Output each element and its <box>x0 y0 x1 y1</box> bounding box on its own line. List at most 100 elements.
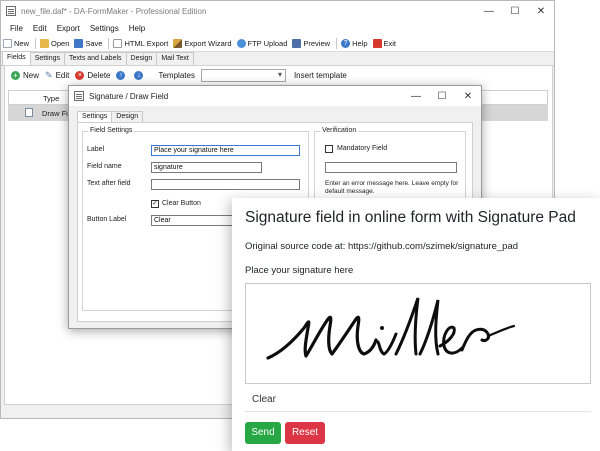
help-icon: ? <box>341 38 351 48</box>
tab-settings[interactable]: Settings <box>29 52 65 65</box>
toolbar-exit-button[interactable]: Exit <box>372 38 397 48</box>
move-up-button[interactable]: ↑ <box>116 71 128 80</box>
text-after-input[interactable] <box>151 179 300 190</box>
clear-button-checkbox[interactable]: ✓ <box>151 200 159 208</box>
dialog-tabs: Settings Design <box>77 111 144 122</box>
send-button[interactable]: Send <box>245 422 281 444</box>
button-label-caption: Button Label <box>87 216 127 223</box>
tab-texts-and-labels[interactable]: Texts and Labels <box>63 52 127 65</box>
fields-toolbar: + New ✎ Edit × Delete ↑ ↓ Templates Inse… <box>5 66 552 85</box>
mandatory-caption: Mandatory Field <box>337 145 388 152</box>
close-button[interactable]: ✕ <box>528 1 554 21</box>
dialog-tab-design[interactable]: Design <box>111 111 144 122</box>
menu-file[interactable]: File <box>10 24 23 33</box>
toolbar-preview-button[interactable]: Preview <box>292 38 331 48</box>
label-input[interactable]: Place your signature here <box>151 145 300 156</box>
ftp-upload-icon <box>236 38 246 48</box>
field-name-input[interactable]: signature <box>151 162 262 173</box>
toolbar-ftp-upload-button[interactable]: FTP Upload <box>236 38 288 48</box>
grid-column-type[interactable]: Type <box>43 94 59 103</box>
move-down-button[interactable]: ↓ <box>134 71 146 80</box>
wizard-icon <box>173 38 183 48</box>
dialog-title: Signature / Draw Field <box>89 91 169 101</box>
toolbar-help-label: Help <box>352 38 368 48</box>
toolbar-separator <box>336 37 338 49</box>
tab-design[interactable]: Design <box>125 52 158 65</box>
templates-select[interactable] <box>200 69 286 82</box>
edit-field-button[interactable]: ✎ Edit <box>45 70 69 81</box>
error-message-hint: Enter an error message here. Leave empty… <box>325 180 459 195</box>
toolbar-new-button[interactable]: New <box>3 38 30 48</box>
dialog-tab-settings[interactable]: Settings <box>77 111 113 122</box>
dialog-close-button[interactable]: ✕ <box>455 86 481 106</box>
label-caption: Label <box>87 146 105 153</box>
tab-mail-text[interactable]: Mail Text <box>156 52 194 65</box>
toolbar-html-export-button[interactable]: HTML Export <box>113 38 169 48</box>
arrow-down-icon: ↓ <box>134 71 144 80</box>
menu-edit[interactable]: Edit <box>33 24 47 33</box>
field-name-caption: Field name <box>87 163 122 170</box>
toolbar-open-button[interactable]: Open <box>40 38 70 48</box>
dialog-titlebar[interactable]: Signature / Draw Field — ☐ ✕ <box>69 86 481 106</box>
draw-field-icon <box>25 108 33 117</box>
toolbar-help-button[interactable]: ? Help <box>341 38 368 48</box>
new-field-label: New <box>23 71 40 80</box>
toolbar-export-wizard-label: Export Wizard <box>184 38 232 48</box>
toolbar-save-button[interactable]: Save <box>74 38 103 48</box>
edit-field-label: Edit <box>55 71 70 80</box>
toolbar-preview-label: Preview <box>303 38 331 48</box>
open-folder-icon <box>40 38 50 48</box>
verification-legend: Verification <box>320 127 359 134</box>
insert-template-button[interactable]: Insert template <box>294 71 347 80</box>
signature-pad[interactable] <box>245 283 591 384</box>
main-toolbar: New Open Save HTML Export Export Wizard … <box>1 35 554 52</box>
toolbar-new-label: New <box>14 38 30 48</box>
arrow-up-icon: ↑ <box>116 71 126 80</box>
divider <box>245 411 591 412</box>
web-form-title: Signature field in online form with Sign… <box>245 209 576 226</box>
maximize-button[interactable]: ☐ <box>502 1 528 21</box>
reset-button[interactable]: Reset <box>285 422 325 444</box>
error-message-input[interactable] <box>325 162 457 173</box>
source-code-note: Original source code at: https://github.… <box>245 241 519 252</box>
dialog-app-icon <box>74 91 84 101</box>
dialog-maximize-button[interactable]: ☐ <box>429 86 455 106</box>
menu-settings[interactable]: Settings <box>90 24 119 33</box>
main-titlebar[interactable]: new_file.daf* - DA-FormMaker - Professio… <box>1 1 554 21</box>
field-settings-legend: Field Settings <box>88 127 135 134</box>
preview-icon <box>292 38 302 48</box>
toolbar-separator <box>108 37 110 49</box>
delete-field-button[interactable]: × Delete <box>75 71 110 80</box>
tab-fields[interactable]: Fields <box>2 51 31 65</box>
mandatory-checkbox[interactable] <box>325 145 333 153</box>
toolbar-export-wizard-button[interactable]: Export Wizard <box>173 38 232 48</box>
menu-bar: File Edit Export Settings Help <box>1 21 554 35</box>
minimize-button[interactable]: — <box>476 1 502 21</box>
save-icon <box>74 38 84 48</box>
new-file-icon <box>3 38 12 48</box>
main-tabs: Fields Settings Texts and Labels Design … <box>1 51 554 66</box>
toolbar-ftp-upload-label: FTP Upload <box>247 38 288 48</box>
toolbar-save-label: Save <box>85 38 103 48</box>
toolbar-open-label: Open <box>51 38 70 48</box>
menu-export[interactable]: Export <box>57 24 80 33</box>
delete-icon: × <box>75 71 85 80</box>
templates-label: Templates <box>158 71 195 80</box>
add-icon: + <box>11 71 20 80</box>
toolbar-exit-label: Exit <box>383 38 397 48</box>
delete-field-label: Delete <box>87 71 111 80</box>
toolbar-html-export-label: HTML Export <box>124 38 169 48</box>
main-window-title: new_file.daf* - DA-FormMaker - Professio… <box>21 6 207 16</box>
exit-icon <box>372 38 382 48</box>
signature-drawing <box>266 297 516 360</box>
menu-help[interactable]: Help <box>129 24 145 33</box>
new-field-button[interactable]: + New <box>11 71 39 80</box>
pencil-icon: ✎ <box>45 70 53 80</box>
clear-signature-button[interactable]: Clear <box>252 394 276 405</box>
toolbar-separator <box>35 37 37 49</box>
signature-label: Place your signature here <box>245 265 354 276</box>
text-after-caption: Text after field <box>87 180 131 187</box>
dialog-minimize-button[interactable]: — <box>403 86 429 106</box>
app-icon <box>6 6 16 16</box>
html-export-icon <box>113 38 123 48</box>
